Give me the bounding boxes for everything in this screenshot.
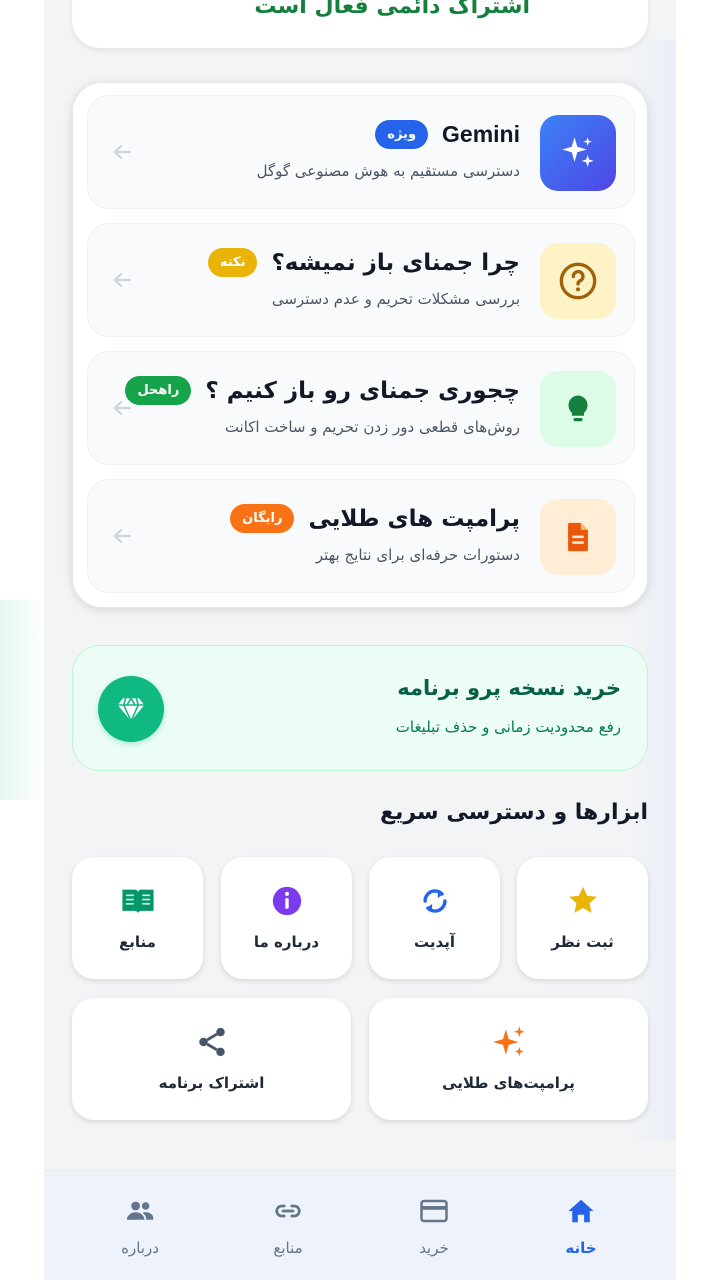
list-item-golden-prompts[interactable]: پرامپت های طلایی رایگان دستورات حرفه‌ای … (87, 479, 635, 593)
book-icon (118, 881, 158, 921)
arrow-left-icon (113, 400, 132, 416)
nav-home[interactable]: خانه (531, 1193, 631, 1257)
item-description: دسترسی مستقیم به هوش مصنوعی گوگل (256, 162, 520, 180)
arrow-left-icon (113, 272, 132, 288)
tile-label: آپدیت (414, 933, 455, 951)
pro-title: خرید نسخه پرو برنامه (397, 676, 621, 700)
card-icon (414, 1193, 454, 1229)
sparkle-icon (540, 115, 616, 191)
nav-buy[interactable]: خرید (384, 1193, 484, 1257)
item-title: Gemini (442, 121, 520, 147)
resources-button[interactable]: منابع (72, 857, 203, 979)
about-us-button[interactable]: درباره ما (221, 857, 352, 979)
share-icon (192, 1022, 232, 1062)
tile-label: منابع (119, 933, 156, 951)
section-title: ابزارها و دسترسی سریع (380, 800, 648, 825)
item-title: پرامپت های طلایی (308, 505, 520, 532)
item-badge: ویژه (375, 120, 429, 149)
item-title: چرا جمنای باز نمیشه؟ (271, 249, 520, 276)
tile-label: پرامپت‌های طلایی (442, 1074, 575, 1092)
sparkles-icon (489, 1022, 529, 1062)
item-description: بررسی مشکلات تحریم و عدم دسترسی (271, 290, 520, 308)
people-icon (120, 1193, 160, 1229)
subscription-status-text: اشتراک دائمی فعال است (254, 0, 530, 19)
item-badge: رایگان (230, 504, 295, 533)
nav-label: منابع (273, 1239, 303, 1257)
tile-label: ثبت نظر (551, 933, 614, 951)
arrow-left-icon (113, 528, 132, 544)
update-button[interactable]: آپدیت (369, 857, 500, 979)
subscription-status-card: اشتراک دائمی فعال است (72, 0, 648, 48)
item-description: دستورات حرفه‌ای برای نتایج بهتر (315, 546, 520, 564)
lightbulb-icon (540, 371, 616, 447)
buy-pro-banner[interactable]: خرید نسخه پرو برنامه رفع محدودیت زمانی و… (72, 645, 648, 771)
features-card: Gemini ویژه دسترسی مستقیم به هوش مصنوعی … (72, 82, 648, 608)
nav-about[interactable]: درباره (90, 1193, 190, 1257)
item-badge: نکته (207, 248, 258, 277)
list-item-why-blocked[interactable]: چرا جمنای باز نمیشه؟ نکته بررسی مشکلات ت… (87, 223, 635, 337)
nav-resources[interactable]: منابع (238, 1193, 338, 1257)
pro-description: رفع محدودیت زمانی و حذف تبلیغات (395, 718, 621, 736)
item-title: چجوری جمنای رو باز کنیم ؟ (205, 377, 520, 404)
list-item-gemini[interactable]: Gemini ویژه دسترسی مستقیم به هوش مصنوعی … (87, 95, 635, 209)
golden-prompts-button[interactable]: پرامپت‌های طلایی (369, 998, 648, 1120)
star-icon (563, 881, 603, 921)
home-icon (561, 1193, 601, 1229)
share-app-button[interactable]: اشتراک برنامه (72, 998, 351, 1120)
nav-label: خانه (565, 1239, 597, 1257)
info-icon (267, 881, 307, 921)
rate-button[interactable]: ثبت نظر (517, 857, 648, 979)
tile-label: اشتراک برنامه (158, 1074, 265, 1092)
item-badge: راهحل (125, 376, 192, 405)
list-item-how-to-open[interactable]: چجوری جمنای رو باز کنیم ؟ راهحل روش‌های … (87, 351, 635, 465)
nav-label: خرید (419, 1239, 449, 1257)
tile-label: درباره ما (253, 933, 320, 951)
nav-label: درباره (121, 1239, 159, 1257)
refresh-icon (415, 881, 455, 921)
edge-glow-left (0, 600, 44, 800)
bottom-navigation: خانه خرید منابع درباره (44, 1170, 676, 1280)
diamond-icon (98, 676, 164, 742)
link-icon (268, 1193, 308, 1229)
question-icon (540, 243, 616, 319)
arrow-left-icon (113, 144, 132, 160)
item-description: روش‌های قطعی دور زدن تحریم و ساخت اکانت (224, 418, 520, 436)
document-icon (540, 499, 616, 575)
